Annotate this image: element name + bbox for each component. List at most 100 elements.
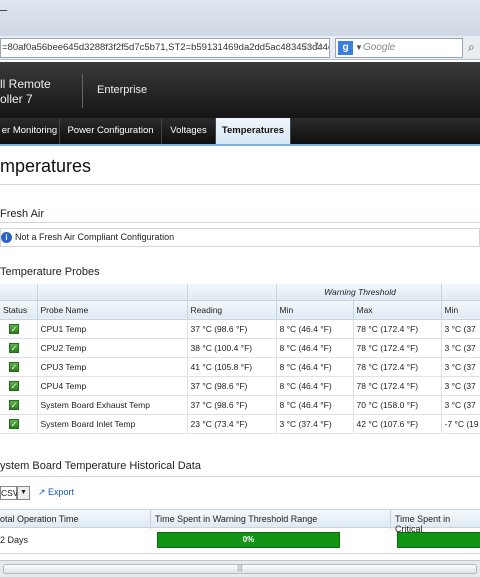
column-header-warning-min[interactable]: Min xyxy=(276,300,354,320)
export-link[interactable]: Export xyxy=(48,487,74,497)
browser-title-bar: – xyxy=(0,0,480,36)
warning-min-cell: 8 °C (46.4 °F) xyxy=(276,338,354,358)
search-box[interactable]: g ▼ Google xyxy=(335,38,463,58)
search-engine-icon[interactable]: g xyxy=(338,41,353,55)
warning-min-cell: 8 °C (46.4 °F) xyxy=(276,319,354,339)
table-row: ✓ System Board Exhaust Temp 37 °C (98.6 … xyxy=(0,395,480,415)
window-title-fragment: – xyxy=(0,2,8,17)
app-banner: ll Remote oller 7 Enterprise xyxy=(0,62,480,118)
warning-max-cell: 42 °C (107.6 °F) xyxy=(353,414,442,434)
warning-min-cell: 8 °C (46.4 °F) xyxy=(276,357,354,377)
reading-cell: 37 °C (98.6 °F) xyxy=(187,319,277,339)
column-divider xyxy=(390,510,391,529)
scrollbar-thumb[interactable]: ||| xyxy=(3,564,477,574)
status-ok-icon: ✓ xyxy=(9,342,19,353)
table-row: 2 Days 0% xyxy=(0,529,480,552)
warning-threshold-band: Warning Threshold xyxy=(276,284,442,301)
search-icon[interactable]: ⌕ xyxy=(468,40,475,55)
table-row: ✓ CPU4 Temp 37 °C (98.6 °F) 8 °C (46.4 °… xyxy=(0,376,480,396)
temperature-probes-table: Warning Threshold Status Probe Name Read… xyxy=(0,284,480,434)
status-cell: ✓ xyxy=(0,376,38,396)
table-row: ✓ CPU2 Temp 38 °C (100.4 °F) 8 °C (46.4 … xyxy=(0,338,480,358)
status-cell: ✓ xyxy=(0,414,38,434)
edition-label: Enterprise xyxy=(97,84,148,96)
warning-max-cell: 78 °C (172.4 °F) xyxy=(353,376,442,396)
column-header-status[interactable]: Status xyxy=(0,300,38,320)
address-bar-icons: ☆ ↻ xyxy=(301,40,331,54)
export-icon[interactable]: ↗ xyxy=(38,487,46,498)
divider xyxy=(0,553,480,554)
status-ok-icon: ✓ xyxy=(9,418,19,429)
table-row: ✓ CPU1 Temp 37 °C (98.6 °F) 8 °C (46.4 °… xyxy=(0,319,480,339)
column-header-failure-min[interactable]: Min xyxy=(441,300,480,320)
warning-max-cell: 78 °C (172.4 °F) xyxy=(353,319,442,339)
failure-min-cell: 3 °C (37 xyxy=(441,319,480,339)
warning-min-cell: 8 °C (46.4 °F) xyxy=(276,376,354,396)
reading-cell: 37 °C (98.6 °F) xyxy=(187,395,277,415)
table-header-spacer xyxy=(37,284,188,301)
status-cell: ✓ xyxy=(0,357,38,377)
product-name-line2: oller 7 xyxy=(0,92,33,106)
operation-time-value: 2 Days xyxy=(0,535,29,545)
tab-power-configuration[interactable]: Power Configuration xyxy=(60,118,162,144)
warning-min-cell: 3 °C (37.4 °F) xyxy=(276,414,354,434)
fresh-air-status-row: i Not a Fresh Air Compliant Configuratio… xyxy=(0,228,480,247)
table-header-spacer xyxy=(441,284,480,301)
tab-voltages[interactable]: Voltages xyxy=(162,118,216,144)
failure-min-cell: 3 °C (37 xyxy=(441,376,480,396)
probe-name-cell: System Board Inlet Temp xyxy=(37,414,188,434)
tab-temperatures[interactable]: Temperatures xyxy=(216,118,291,144)
bookmark-star-icon[interactable]: ☆ xyxy=(301,41,311,53)
failure-min-cell: -7 °C (19 xyxy=(441,414,480,434)
reload-icon[interactable]: ↻ xyxy=(314,41,323,53)
chevron-down-icon[interactable]: ▼ xyxy=(17,486,30,500)
warning-max-cell: 78 °C (172.4 °F) xyxy=(353,357,442,377)
warning-min-cell: 8 °C (46.4 °F) xyxy=(276,395,354,415)
page-title: mperatures xyxy=(0,156,92,176)
failure-min-cell: 3 °C (37 xyxy=(441,395,480,415)
column-header-operation-time: otal Operation Time xyxy=(0,514,79,524)
horizontal-scrollbar[interactable]: ||| xyxy=(0,560,480,577)
column-header-warning-time: Time Spent in Warning Threshold Range xyxy=(155,514,318,524)
status-ok-icon: ✓ xyxy=(9,399,19,410)
status-cell: ✓ xyxy=(0,395,38,415)
info-icon: i xyxy=(1,232,12,243)
tab-bar: er Monitoring Power Configuration Voltag… xyxy=(0,118,480,146)
column-header-warning-max[interactable]: Max xyxy=(353,300,442,320)
historical-table-header: otal Operation Time Time Spent in Warnin… xyxy=(0,509,480,534)
status-cell: ✓ xyxy=(0,338,38,358)
search-placeholder: Google xyxy=(363,42,396,53)
export-format-select[interactable]: CSV xyxy=(0,486,18,500)
failure-min-cell: 3 °C (37 xyxy=(441,357,480,377)
column-header-reading[interactable]: Reading xyxy=(187,300,277,320)
historical-data-section-title: ystem Board Temperature Historical Data xyxy=(0,460,201,472)
warning-time-progress-bar: 0% xyxy=(157,532,340,548)
probe-name-cell: CPU4 Temp xyxy=(37,376,188,396)
column-divider xyxy=(150,510,151,529)
table-row: ✓ System Board Inlet Temp 23 °C (73.4 °F… xyxy=(0,414,480,434)
column-header-probe-name[interactable]: Probe Name xyxy=(37,300,188,320)
chevron-down-icon[interactable]: ▼ xyxy=(355,39,363,57)
table-header-spacer xyxy=(0,284,38,301)
divider xyxy=(0,476,480,477)
reading-cell: 38 °C (100.4 °F) xyxy=(187,338,277,358)
table-header-spacer xyxy=(187,284,277,301)
tab-power-monitoring[interactable]: er Monitoring xyxy=(0,118,60,144)
browser-toolbar: =80af0a56bee645d3288f3f2f5d7c5b71,ST2=b5… xyxy=(0,36,480,60)
reading-cell: 23 °C (73.4 °F) xyxy=(187,414,277,434)
status-cell: ✓ xyxy=(0,319,38,339)
temperature-probes-section-title: Temperature Probes xyxy=(0,266,100,278)
status-ok-icon: ✓ xyxy=(9,323,19,334)
probe-name-cell: CPU3 Temp xyxy=(37,357,188,377)
table-row: ✓ CPU3 Temp 41 °C (105.8 °F) 8 °C (46.4 … xyxy=(0,357,480,377)
divider xyxy=(0,222,480,223)
failure-min-cell: 3 °C (37 xyxy=(441,338,480,358)
fresh-air-message: Not a Fresh Air Compliant Configuration xyxy=(15,232,175,242)
address-bar[interactable]: =80af0a56bee645d3288f3f2f5d7c5b71,ST2=b5… xyxy=(0,38,330,58)
critical-time-progress-bar xyxy=(397,532,480,548)
fresh-air-section-title: Fresh Air xyxy=(0,208,45,220)
probe-name-cell: System Board Exhaust Temp xyxy=(37,395,188,415)
reading-cell: 41 °C (105.8 °F) xyxy=(187,357,277,377)
reading-cell: 37 °C (98.6 °F) xyxy=(187,376,277,396)
warning-max-cell: 78 °C (172.4 °F) xyxy=(353,338,442,358)
